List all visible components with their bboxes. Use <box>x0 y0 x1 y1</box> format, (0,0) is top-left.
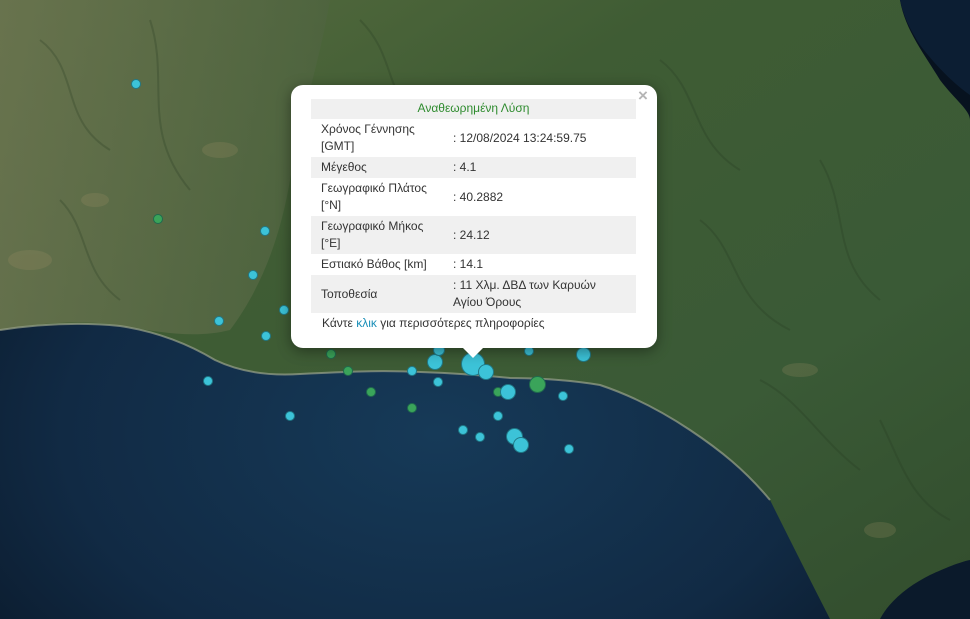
earthquake-marker-green[interactable] <box>153 214 163 224</box>
depth-value: : 14.1 <box>453 257 484 271</box>
earthquake-marker-cyan[interactable] <box>513 437 529 453</box>
magnitude-value: : 4.1 <box>443 157 636 178</box>
more-info-link[interactable]: κλικ <box>356 316 377 330</box>
earthquake-marker-green[interactable] <box>343 366 353 376</box>
latitude-value: : 40.2882 <box>453 189 504 204</box>
origin-time-label: Χρόνος Γέννησης [GMT] <box>321 122 415 153</box>
magnitude-label: Μέγεθος <box>311 157 443 178</box>
table-row: Χρόνος Γέννησης [GMT] : 12/08/2024 13:24… <box>311 119 636 157</box>
earthquake-marker-cyan[interactable] <box>248 270 258 280</box>
earthquake-marker-cyan[interactable] <box>576 347 591 362</box>
table-row: Γεωγραφικό Πλάτος [°N] : 40.2882 <box>311 178 636 216</box>
earthquake-marker-cyan[interactable] <box>433 377 443 387</box>
earthquake-info-popup: × Αναθεωρημένη Λύση Χρόνος Γέννησης [GMT… <box>291 85 657 348</box>
close-icon[interactable]: × <box>634 87 652 105</box>
earthquake-marker-cyan[interactable] <box>564 444 574 454</box>
more-info-prefix: Κάντε <box>322 316 357 330</box>
earthquake-marker-cyan[interactable] <box>214 316 224 326</box>
table-row: Εστιακό Βάθος [km] : 14.1 <box>311 254 636 275</box>
longitude-value: : 24.12 <box>443 216 636 254</box>
earthquake-marker-cyan[interactable] <box>131 79 141 89</box>
earthquake-marker-green[interactable] <box>529 376 546 393</box>
latitude-label: Γεωγραφικό Πλάτος [°N] <box>321 181 427 212</box>
earthquake-marker-cyan[interactable] <box>427 354 443 370</box>
popup-title-row: Αναθεωρημένη Λύση <box>311 99 636 119</box>
popup-title: Αναθεωρημένη Λύση <box>311 99 636 119</box>
earthquake-marker-green[interactable] <box>326 349 336 359</box>
more-info-suffix: για περισσότερες πληροφορίες <box>376 316 545 330</box>
longitude-label: Γεωγραφικό Μήκος [°E] <box>311 216 443 254</box>
earthquake-marker-cyan[interactable] <box>493 411 503 421</box>
origin-time-value: : 12/08/2024 13:24:59.75 <box>453 130 587 145</box>
earthquake-marker-green[interactable] <box>407 403 417 413</box>
earthquake-marker-cyan[interactable] <box>500 384 516 400</box>
earthquake-marker-cyan[interactable] <box>458 425 468 435</box>
popup-tip <box>462 347 484 358</box>
earthquake-marker-cyan[interactable] <box>261 331 271 341</box>
earthquake-marker-cyan[interactable] <box>203 376 213 386</box>
location-value: : 11 Χλμ. ΔΒΔ των Καρυών Αγίου Όρους <box>443 275 636 313</box>
table-row: Τοποθεσία : 11 Χλμ. ΔΒΔ των Καρυών Αγίου… <box>311 275 636 313</box>
earthquake-marker-cyan[interactable] <box>475 432 485 442</box>
earthquake-marker-cyan[interactable] <box>279 305 289 315</box>
earthquake-marker-cyan[interactable] <box>478 364 494 380</box>
earthquake-marker-cyan[interactable] <box>260 226 270 236</box>
more-info-text: Κάντε κλικ για περισσότερες πληροφορίες <box>322 316 545 330</box>
earthquake-marker-cyan[interactable] <box>407 366 417 376</box>
earthquake-details-table: Αναθεωρημένη Λύση Χρόνος Γέννησης [GMT] … <box>311 99 636 313</box>
earthquake-marker-cyan[interactable] <box>285 411 295 421</box>
table-row: Μέγεθος : 4.1 <box>311 157 636 178</box>
depth-label: Εστιακό Βάθος [km] <box>321 257 427 271</box>
table-row: Γεωγραφικό Μήκος [°E] : 24.12 <box>311 216 636 254</box>
location-label: Τοποθεσία <box>311 275 443 313</box>
earthquake-marker-green[interactable] <box>366 387 376 397</box>
earthquake-marker-cyan[interactable] <box>558 391 568 401</box>
